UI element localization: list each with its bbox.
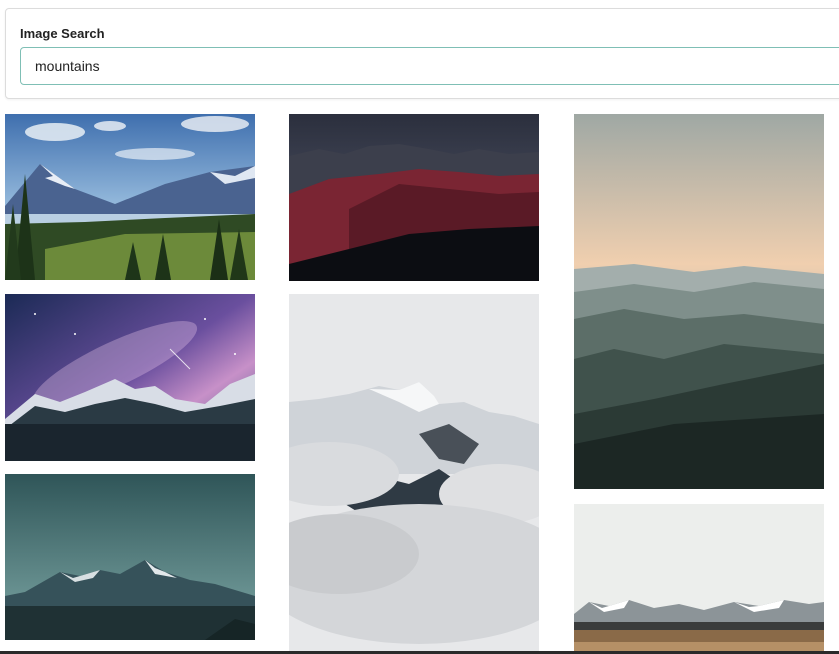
result-image-red-ridge[interactable] [289,114,539,281]
result-image-snowy-peak[interactable] [289,294,539,654]
search-input[interactable] [20,47,839,85]
mountain-lake-forest-photo [5,114,255,280]
result-image-misty-hills[interactable] [574,114,824,489]
snowy-peak-clouds-photo [289,294,539,654]
milky-way-mountain-photo [5,294,255,461]
teal-sky-mountain-photo [5,474,255,640]
image-search-panel: Image Search [5,8,839,99]
result-image-snowy-range[interactable] [574,504,824,654]
misty-hills-sunset-photo [574,114,824,489]
search-label: Image Search [20,26,105,41]
red-mountain-ridge-photo [289,114,539,281]
result-image-milky-way[interactable] [5,294,255,461]
result-image-teal-mountain[interactable] [5,474,255,640]
snowy-range-desert-photo [574,504,824,654]
result-image-mountain-lake[interactable] [5,114,255,280]
